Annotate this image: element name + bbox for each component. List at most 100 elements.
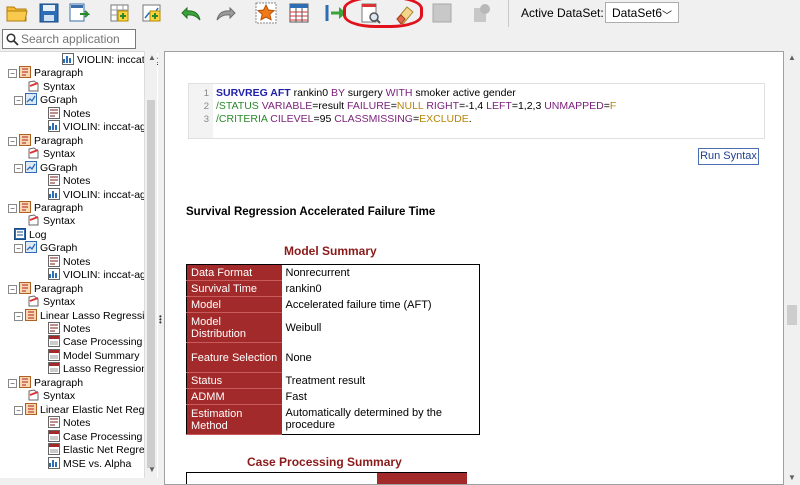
syntax-command: SURVREG AFT — [216, 87, 291, 99]
tree-collapse-toggle[interactable]: − — [8, 378, 17, 388]
tree-item[interactable]: Syntax — [28, 147, 75, 160]
tree-collapse-toggle[interactable]: − — [8, 136, 17, 146]
undo-icon[interactable] — [181, 2, 203, 24]
tree-collapse-toggle[interactable]: − — [14, 96, 23, 106]
tree-item[interactable]: − Linear Lasso Regressi — [14, 308, 145, 322]
tree-collapse-toggle[interactable]: − — [14, 244, 23, 254]
tree-item[interactable]: VIOLIN: inccat-age — [48, 268, 152, 281]
tree-item[interactable]: Case Processing S — [48, 335, 152, 348]
search-icon — [6, 33, 19, 46]
notes-icon — [48, 416, 60, 429]
tree-item[interactable]: − GGraph — [14, 160, 77, 174]
tree-item[interactable]: Syntax — [28, 295, 75, 308]
export-icon[interactable] — [68, 2, 90, 24]
tree-item[interactable]: Syntax — [28, 389, 75, 402]
tree-item[interactable]: Notes — [48, 106, 90, 120]
tree-item-label: Log — [29, 228, 47, 241]
tree-item-label: Paragraph — [34, 67, 84, 80]
tree-item[interactable]: − GGraph — [14, 241, 77, 254]
tree-item[interactable]: − GGraph — [14, 93, 77, 106]
tree-item[interactable]: Syntax — [28, 80, 75, 93]
tree-item[interactable]: − Paragraph — [8, 200, 83, 214]
highlight-annotation-circle — [343, 0, 423, 28]
tree-scroll-thumb[interactable] — [147, 100, 155, 468]
tree-item-label: GGraph — [40, 242, 78, 255]
tree-item[interactable]: − Linear Elastic Net Regr — [14, 402, 148, 416]
value-cell: Accelerated failure time (AFT) — [285, 298, 432, 311]
notes-icon — [48, 322, 60, 334]
tree-item-label: GGraph — [40, 94, 78, 107]
model-summary-caption: Model Summary — [284, 244, 377, 258]
tree-collapse-toggle[interactable]: − — [8, 203, 17, 213]
syntax-keyword: CLASSMISSING — [334, 113, 413, 125]
tree-item[interactable]: Notes — [48, 322, 90, 335]
row-header-cell: Status — [186, 372, 282, 389]
value-cell: rankin0 — [285, 282, 322, 295]
search-input[interactable] — [21, 32, 133, 46]
table-row: Survival Time rankin0 — [186, 280, 480, 297]
log-icon — [14, 227, 26, 240]
tree-collapse-toggle[interactable]: − — [14, 163, 23, 173]
active-dataset-area: Active DataSet: DataSet6 ﹀ — [508, 0, 800, 27]
run-syntax-button[interactable]: Run Syntax — [698, 148, 759, 165]
tree-item[interactable]: VIOLIN: inccat-age — [48, 187, 152, 201]
paragraph-icon — [19, 375, 31, 388]
open-folder-icon[interactable] — [6, 2, 28, 24]
tree-collapse-toggle[interactable]: − — [14, 405, 23, 415]
tree-collapse-toggle[interactable]: − — [8, 69, 17, 79]
tree-item[interactable]: − Paragraph — [8, 375, 83, 389]
syntax-text: . — [468, 113, 472, 125]
output-scroll-thumb[interactable] — [787, 305, 797, 325]
syntax-keyword: WITH — [385, 87, 413, 99]
tree-item[interactable]: Case Processing S — [48, 429, 152, 443]
active-dataset-select[interactable]: DataSet6 ﹀ — [605, 2, 679, 23]
tree-item[interactable]: Model Summary — [48, 348, 139, 362]
tree-item[interactable]: − Paragraph — [8, 281, 83, 295]
ggraph-icon — [25, 241, 37, 254]
table-doc-icon — [48, 362, 60, 375]
tree-item[interactable]: Elastic Net Regres — [48, 443, 150, 456]
tree-item[interactable]: Log — [14, 227, 47, 241]
tree-item[interactable]: Notes — [48, 416, 90, 429]
chart-icon — [62, 53, 74, 65]
tree-item-label: Syntax — [43, 148, 76, 161]
tree-vertical-scrollbar[interactable]: ▲ ▼ — [144, 51, 157, 478]
save-icon[interactable] — [38, 2, 60, 24]
tree-item[interactable]: − Paragraph — [8, 66, 83, 79]
output-vertical-scrollbar[interactable]: ▲ ▼ — [784, 51, 800, 485]
tree-item[interactable]: Lasso Regression — [48, 362, 147, 375]
syntax-keyword: BY — [330, 87, 345, 99]
value-cell: Nonrecurrent — [285, 266, 350, 279]
table-icon[interactable] — [288, 2, 310, 24]
tree-item[interactable]: Syntax — [28, 214, 75, 227]
table-doc-icon — [48, 335, 60, 348]
splitter-grip-icon: • • • — [159, 312, 162, 327]
tree-item-label: Linear Lasso Regressi — [40, 309, 145, 322]
tree-item[interactable]: VIOLIN: inccat-age — [48, 120, 152, 133]
tree-item[interactable]: Notes — [48, 254, 90, 268]
toolbar: Active DataSet: DataSet6 ﹀ — [0, 0, 800, 28]
tree-collapse-toggle[interactable]: − — [8, 284, 17, 294]
tree-item[interactable]: Notes — [48, 174, 90, 187]
table-row: ADMM Fast — [186, 388, 480, 405]
syntax-icon — [28, 80, 39, 92]
add-table-icon[interactable] — [109, 2, 131, 24]
value-cell: Weibull — [285, 321, 322, 334]
star-icon[interactable] — [255, 2, 277, 24]
add-chart-icon[interactable] — [141, 2, 163, 24]
syntax-keyword: LEFT — [486, 100, 512, 112]
table-row: Estimation Method Automatically determine… — [186, 404, 480, 435]
tree-item-label: Syntax — [43, 390, 76, 403]
redo-icon[interactable] — [214, 2, 236, 24]
syntax-icon — [28, 214, 39, 226]
table-doc-icon — [48, 443, 60, 456]
tree-collapse-toggle[interactable]: − — [14, 311, 23, 321]
tree-item[interactable]: − Paragraph — [8, 133, 83, 147]
scroll-down-arrow-icon[interactable]: ▼ — [788, 473, 796, 482]
scroll-down-arrow-icon[interactable]: ▼ — [148, 465, 156, 474]
chart-icon — [48, 268, 60, 281]
tree-horizontal-scrollbar[interactable] — [0, 478, 158, 485]
scroll-up-arrow-icon[interactable]: ▲ — [148, 53, 156, 62]
tree-item[interactable]: MSE vs. Alpha — [48, 456, 131, 470]
scroll-up-arrow-icon[interactable]: ▲ — [788, 53, 796, 62]
